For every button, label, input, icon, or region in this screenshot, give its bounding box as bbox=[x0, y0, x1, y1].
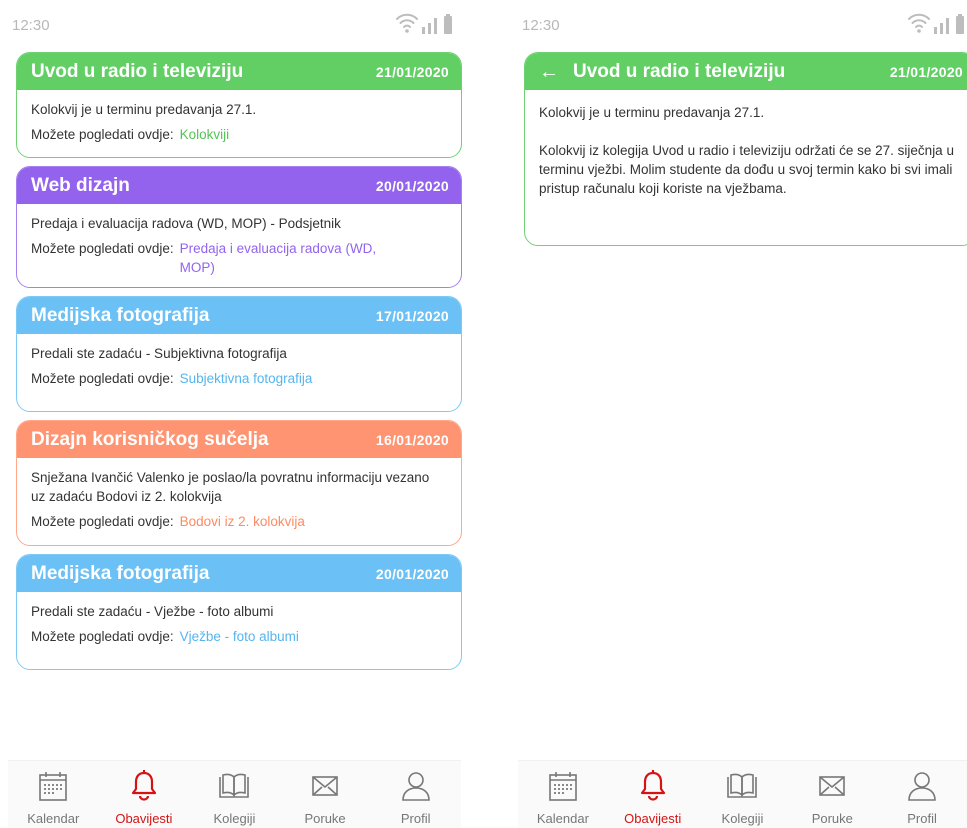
notification-detail-screen: 12:30 ← Uvod u radio i televiziju 21/01/… bbox=[518, 0, 967, 828]
card-link-label: Možete pogledati ovdje: bbox=[31, 514, 174, 529]
card-header: Dizajn korisničkog sučelja 16/01/2020 bbox=[17, 421, 461, 458]
calendar-icon bbox=[39, 772, 68, 801]
card-header: ← Uvod u radio i televiziju 21/01/2020 bbox=[525, 53, 967, 90]
card-date: 20/01/2020 bbox=[375, 565, 449, 582]
user-icon bbox=[401, 772, 430, 801]
detail-paragraph: Kolokvij iz kolegija Uvod u radio i tele… bbox=[539, 143, 954, 196]
nav-label: Poruke bbox=[304, 811, 346, 826]
status-time: 12:30 bbox=[12, 17, 50, 34]
nav-label: Profil bbox=[907, 811, 937, 826]
card-title: Uvod u radio i televiziju bbox=[573, 60, 786, 82]
card-date: 16/01/2020 bbox=[375, 431, 449, 448]
card-message: Snježana Ivančić Valenko je poslao/la po… bbox=[31, 470, 430, 504]
nav-item-kalendar[interactable]: Kalendar bbox=[8, 761, 98, 828]
card-link[interactable]: Subjektivna fotografija bbox=[180, 369, 313, 388]
notification-card[interactable]: Medijska fotografija 17/01/2020 Predali … bbox=[16, 296, 462, 412]
book-icon bbox=[727, 773, 758, 798]
notification-card[interactable]: Uvod u radio i televiziju 21/01/2020 Kol… bbox=[16, 52, 462, 158]
notification-card[interactable]: Web dizajn 20/01/2020 Predaja i evaluaci… bbox=[16, 166, 462, 288]
nav-item-poruke[interactable]: Poruke bbox=[280, 761, 370, 828]
signal-icon bbox=[422, 18, 437, 34]
notification-detail-card: ← Uvod u radio i televiziju 21/01/2020 K… bbox=[524, 52, 967, 246]
status-icons bbox=[908, 13, 964, 34]
card-message: Kolokvij je u terminu predavanja 27.1. bbox=[31, 102, 257, 117]
nav-label: Kolegiji bbox=[721, 811, 764, 826]
nav-label: Profil bbox=[400, 811, 431, 826]
calendar-icon bbox=[549, 772, 577, 801]
card-header: Uvod u radio i televiziju 21/01/2020 bbox=[17, 53, 461, 90]
nav-item-profil[interactable]: Profil bbox=[371, 761, 461, 828]
status-icons bbox=[396, 13, 452, 34]
nav-label: Kolegiji bbox=[213, 811, 256, 826]
envelope-icon bbox=[312, 776, 338, 796]
card-date: 20/01/2020 bbox=[375, 177, 449, 194]
bottom-navbar: Kalendar Obavijesti Kolegiji Poruke Prof… bbox=[518, 760, 967, 828]
bell-icon bbox=[131, 770, 156, 801]
card-date: 21/01/2020 bbox=[889, 63, 963, 80]
card-date: 21/01/2020 bbox=[375, 63, 449, 80]
nav-item-obavijesti[interactable]: Obavijesti bbox=[608, 761, 698, 828]
nav-label: Poruke bbox=[811, 811, 853, 826]
nav-item-kolegiji[interactable]: Kolegiji bbox=[698, 761, 788, 828]
card-link[interactable]: Predaja i evaluacija radova (WD, MOP) bbox=[180, 239, 380, 277]
notifications-list-screen: 12:30 Uvod u radio i televiziju 21/01/20… bbox=[8, 0, 462, 828]
nav-label: Kalendar bbox=[536, 811, 589, 826]
card-title: Uvod u radio i televiziju bbox=[31, 60, 244, 82]
notification-card[interactable]: Dizajn korisničkog sučelja 16/01/2020 Sn… bbox=[16, 420, 462, 546]
envelope-icon bbox=[819, 776, 846, 796]
status-bar: 12:30 bbox=[518, 0, 967, 46]
card-link-label: Možete pogledati ovdje: bbox=[31, 629, 174, 644]
card-title: Medijska fotografija bbox=[31, 304, 210, 326]
nav-item-kolegiji[interactable]: Kolegiji bbox=[189, 761, 279, 828]
book-icon bbox=[219, 773, 250, 798]
arrow-left-icon[interactable]: ← bbox=[539, 62, 559, 82]
card-header: Medijska fotografija 20/01/2020 bbox=[17, 555, 461, 592]
card-message: Predali ste zadaću - Vježbe - foto album… bbox=[31, 604, 274, 619]
battery-icon bbox=[444, 14, 452, 34]
card-link[interactable]: Bodovi iz 2. kolokvija bbox=[180, 512, 305, 531]
detail-paragraph: Kolokvij je u terminu predavanja 27.1. bbox=[539, 105, 765, 120]
card-link-label: Možete pogledati ovdje: bbox=[31, 241, 174, 256]
card-link-label: Možete pogledati ovdje: bbox=[31, 371, 174, 386]
bell-icon bbox=[640, 770, 665, 801]
battery-icon bbox=[956, 14, 964, 34]
card-date: 17/01/2020 bbox=[375, 307, 449, 324]
card-title: Medijska fotografija bbox=[31, 562, 210, 584]
card-header: Web dizajn 20/01/2020 bbox=[17, 167, 461, 204]
nav-item-poruke[interactable]: Poruke bbox=[787, 761, 877, 828]
signal-icon bbox=[934, 18, 949, 34]
bottom-navbar: Kalendar Obavijesti Kolegiji Poruke Prof… bbox=[8, 760, 461, 828]
status-time: 12:30 bbox=[522, 17, 560, 34]
card-link[interactable]: Vježbe - foto albumi bbox=[180, 627, 299, 646]
card-title: Web dizajn bbox=[31, 174, 130, 196]
nav-label: Obavijesti bbox=[115, 811, 173, 826]
card-link-label: Možete pogledati ovdje: bbox=[31, 127, 174, 142]
nav-label: Kalendar bbox=[27, 811, 80, 826]
nav-item-kalendar[interactable]: Kalendar bbox=[518, 761, 608, 828]
card-header: Medijska fotografija 17/01/2020 bbox=[17, 297, 461, 334]
card-message: Predaja i evaluacija radova (WD, MOP) - … bbox=[31, 216, 341, 231]
user-icon bbox=[908, 772, 936, 801]
card-link[interactable]: Kolokviji bbox=[180, 125, 230, 144]
wifi-icon bbox=[396, 13, 418, 28]
wifi-icon bbox=[908, 13, 930, 28]
nav-label: Obavijesti bbox=[624, 811, 682, 826]
card-title: Dizajn korisničkog sučelja bbox=[31, 428, 269, 450]
nav-item-obavijesti[interactable]: Obavijesti bbox=[99, 761, 189, 828]
notification-card[interactable]: Medijska fotografija 20/01/2020 Predali … bbox=[16, 554, 462, 670]
card-message: Predali ste zadaću - Subjektivna fotogra… bbox=[31, 346, 287, 361]
nav-item-profil[interactable]: Profil bbox=[877, 761, 967, 828]
status-bar: 12:30 bbox=[8, 0, 461, 46]
